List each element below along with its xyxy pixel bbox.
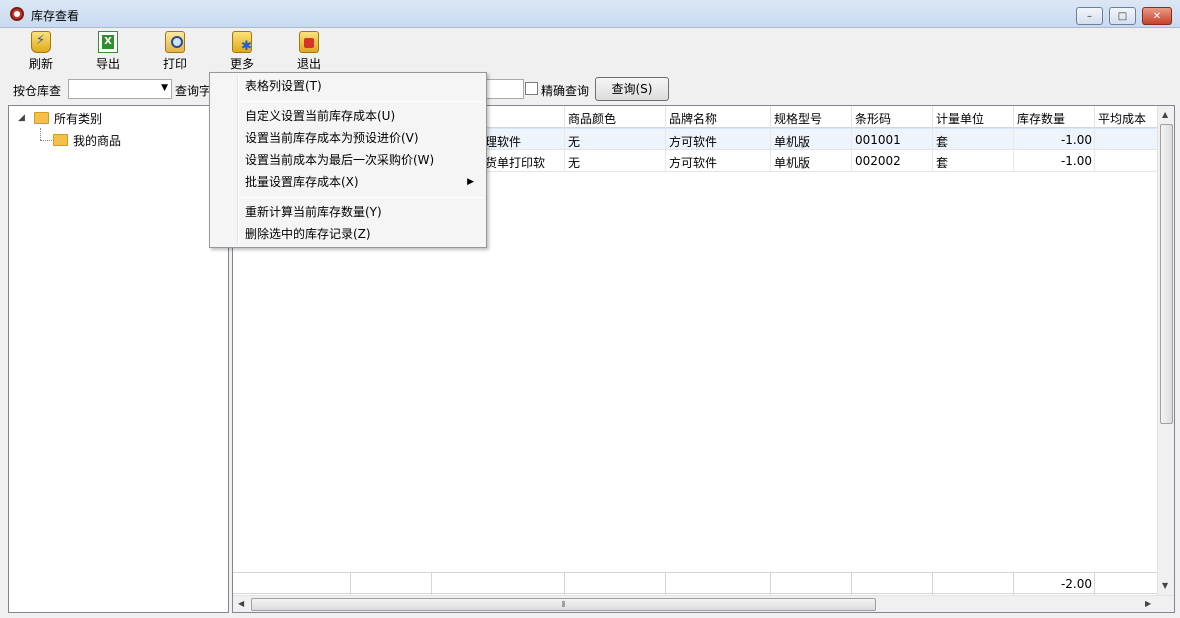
exact-query-checkbox[interactable] [525, 82, 538, 95]
category-tree: ◢ 所有类别 我的商品 [8, 105, 229, 613]
collapse-arrow-icon[interactable]: ◢ [18, 113, 25, 123]
cell-brand: 方可软件 [669, 135, 718, 149]
cell-barcode: 002002 [855, 154, 901, 168]
scroll-left-icon[interactable]: ◀ [238, 599, 244, 608]
grid-summary-row: -2.00 [233, 572, 1158, 595]
print-button[interactable]: 打印 [150, 31, 200, 73]
tree-node-all-categories[interactable]: 所有类别 [34, 110, 102, 127]
maximize-button[interactable]: □ [1109, 7, 1136, 25]
menu-item-delete-records[interactable]: 删除选中的库存记录(Z) [212, 223, 484, 245]
filter-bar: 按仓库查 ▼ 查询字 精确查询 查询(S) [0, 74, 1180, 104]
more-context-menu: 表格列设置(T) 自定义设置当前库存成本(U) 设置当前库存成本为预设进价(V)… [209, 72, 487, 248]
horizontal-scroll-thumb[interactable]: ⦀ [251, 598, 876, 611]
cell-brand: 方可软件 [669, 156, 718, 170]
menu-item-custom-cost[interactable]: 自定义设置当前库存成本(U) [212, 105, 484, 127]
menu-item-batch-cost[interactable]: 批量设置库存成本(X) ▶ [212, 171, 484, 193]
folder-icon [34, 112, 49, 124]
excel-icon [98, 31, 118, 53]
menu-separator [240, 197, 484, 198]
cell-unit: 套 [936, 135, 949, 149]
column-header[interactable]: 计量单位 [936, 110, 984, 127]
export-label: 导出 [95, 57, 120, 71]
print-preview-icon [165, 31, 185, 53]
title-bar: 库存查看 – □ ✕ [0, 0, 1180, 28]
menu-item-last-purchase-price[interactable]: 设置当前成本为最后一次采购价(W) [212, 149, 484, 171]
dropdown-arrow-icon: ▼ [161, 83, 168, 93]
column-header[interactable]: 条形码 [855, 110, 891, 127]
tree-connector [40, 128, 41, 140]
cell-color: 无 [568, 156, 581, 170]
folder-icon [53, 134, 68, 146]
scroll-up-icon[interactable]: ▲ [1162, 110, 1168, 119]
tree-connector [40, 140, 52, 141]
column-header[interactable]: 平均成本 [1098, 110, 1146, 127]
warehouse-select[interactable]: ▼ [68, 79, 172, 99]
query-input[interactable] [486, 79, 524, 99]
minimize-button[interactable]: – [1076, 7, 1103, 25]
warehouse-label: 按仓库查 [13, 84, 62, 98]
query-field-label: 查询字 [175, 84, 212, 98]
column-header[interactable]: 商品颜色 [568, 110, 616, 127]
column-header[interactable]: 库存数量 [1017, 110, 1065, 127]
menu-item-recalculate-quantity[interactable]: 重新计算当前库存数量(Y) [212, 201, 484, 223]
cell-spec: 单机版 [774, 135, 811, 149]
close-button[interactable]: ✕ [1142, 7, 1172, 25]
more-label: 更多 [229, 57, 254, 71]
refresh-icon [31, 31, 51, 53]
tree-node-my-products[interactable]: 我的商品 [53, 132, 121, 149]
vertical-scrollbar[interactable]: ▲ ▼ [1157, 106, 1174, 595]
cell-spec: 单机版 [774, 156, 811, 170]
app-icon [10, 7, 24, 21]
cell-quantity: -1.00 [1060, 133, 1092, 147]
tree-node-label: 所有类别 [54, 112, 103, 126]
more-button[interactable]: 更多 [217, 31, 267, 73]
column-header[interactable]: 品牌名称 [669, 110, 717, 127]
menu-separator [240, 101, 484, 102]
horizontal-scrollbar[interactable]: ◀ ⦀ ▶ [233, 595, 1174, 612]
cell-unit: 套 [936, 156, 949, 170]
exit-label: 退出 [296, 57, 321, 71]
print-label: 打印 [162, 57, 187, 71]
export-button[interactable]: 导出 [83, 31, 133, 73]
vertical-scroll-thumb[interactable] [1160, 124, 1173, 424]
scroll-down-icon[interactable]: ▼ [1162, 581, 1168, 590]
refresh-button[interactable]: 刷新 [16, 31, 66, 73]
menu-item-label: 批量设置库存成本(X) [245, 175, 359, 189]
database-gear-icon [232, 31, 252, 54]
cell-quantity: -1.00 [1060, 154, 1092, 168]
submenu-arrow-icon: ▶ [467, 177, 474, 187]
toolbar: 刷新 导出 打印 更多 退出 [0, 28, 1180, 74]
total-quantity: -2.00 [1060, 577, 1092, 591]
cell-barcode: 001001 [855, 133, 901, 147]
menu-item-preset-price[interactable]: 设置当前库存成本为预设进价(V) [212, 127, 484, 149]
cell-color: 无 [568, 135, 581, 149]
query-button[interactable]: 查询(S) [595, 77, 669, 101]
window-title: 库存查看 [31, 9, 80, 23]
exit-icon [299, 31, 319, 53]
scroll-right-icon[interactable]: ▶ [1145, 599, 1151, 608]
menu-item-column-settings[interactable]: 表格列设置(T) [212, 75, 484, 97]
refresh-label: 刷新 [28, 57, 53, 71]
exact-query-label: 精确查询 [541, 84, 590, 98]
tree-node-label: 我的商品 [73, 134, 122, 148]
column-header[interactable]: 规格型号 [774, 110, 822, 127]
exit-button[interactable]: 退出 [284, 31, 334, 73]
